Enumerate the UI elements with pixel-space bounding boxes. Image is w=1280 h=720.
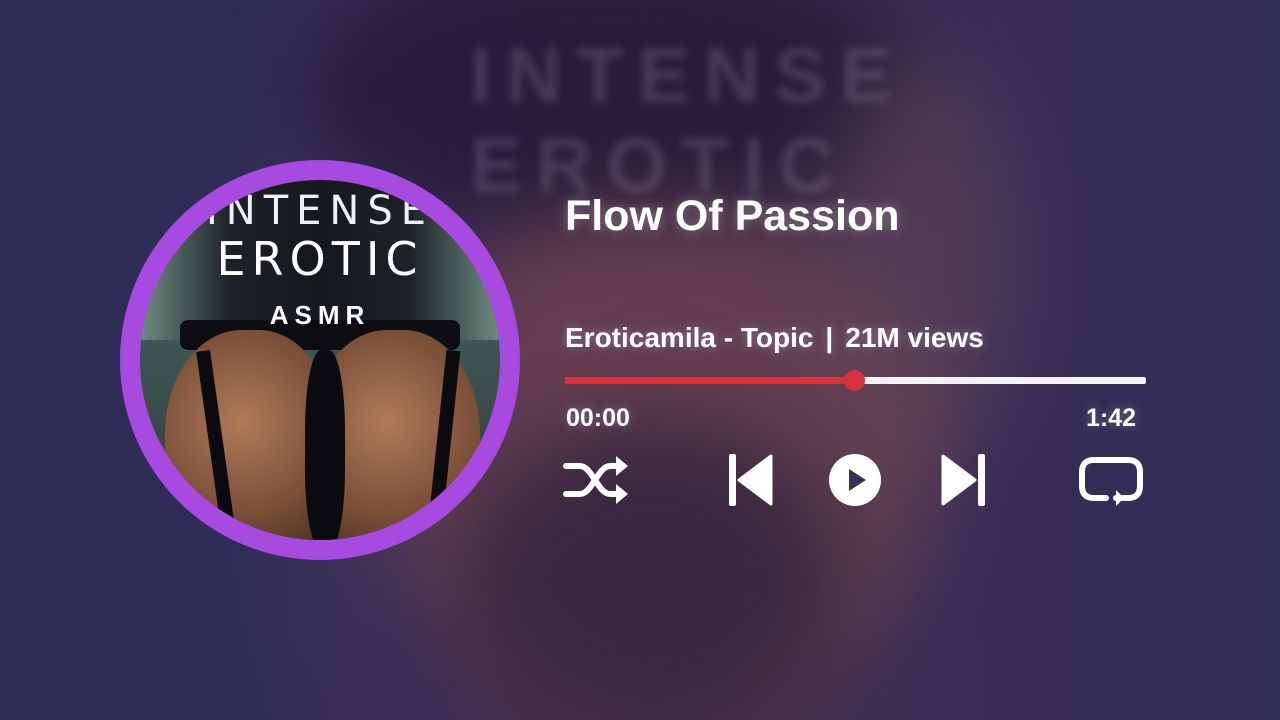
repeat-button[interactable]	[1074, 450, 1148, 510]
progress-fill	[565, 377, 854, 384]
album-art-line1: INTENSE	[205, 188, 434, 234]
duration-time: 1:42	[1085, 404, 1136, 432]
repeat-icon	[1079, 457, 1143, 506]
progress-bar[interactable]	[565, 370, 1146, 391]
album-art-line3: ASMR	[269, 300, 371, 330]
next-button[interactable]	[936, 450, 992, 510]
current-time: 00:00	[566, 404, 630, 432]
background-ghost-text: INTENSE EROTIC	[470, 31, 907, 209]
view-count: 21M views	[845, 322, 984, 353]
track-meta: Eroticamila - Topic | 21M views	[565, 322, 984, 354]
shuffle-button[interactable]	[560, 450, 634, 510]
shuffle-icon	[563, 456, 628, 504]
play-icon	[829, 454, 881, 506]
album-art-line2: EROTIC	[216, 232, 424, 286]
artist-name: Eroticamila - Topic	[565, 322, 814, 353]
track-title: Flow Of Passion	[565, 192, 900, 240]
play-button[interactable]	[826, 450, 884, 510]
progress-knob[interactable]	[843, 370, 865, 391]
skip-previous-icon	[729, 454, 773, 506]
album-art: INTENSE EROTIC ASMR	[140, 180, 500, 540]
meta-separator: |	[825, 322, 834, 353]
previous-button[interactable]	[722, 450, 778, 510]
album-art-ring: INTENSE EROTIC ASMR	[120, 160, 520, 560]
skip-next-icon	[941, 454, 985, 506]
